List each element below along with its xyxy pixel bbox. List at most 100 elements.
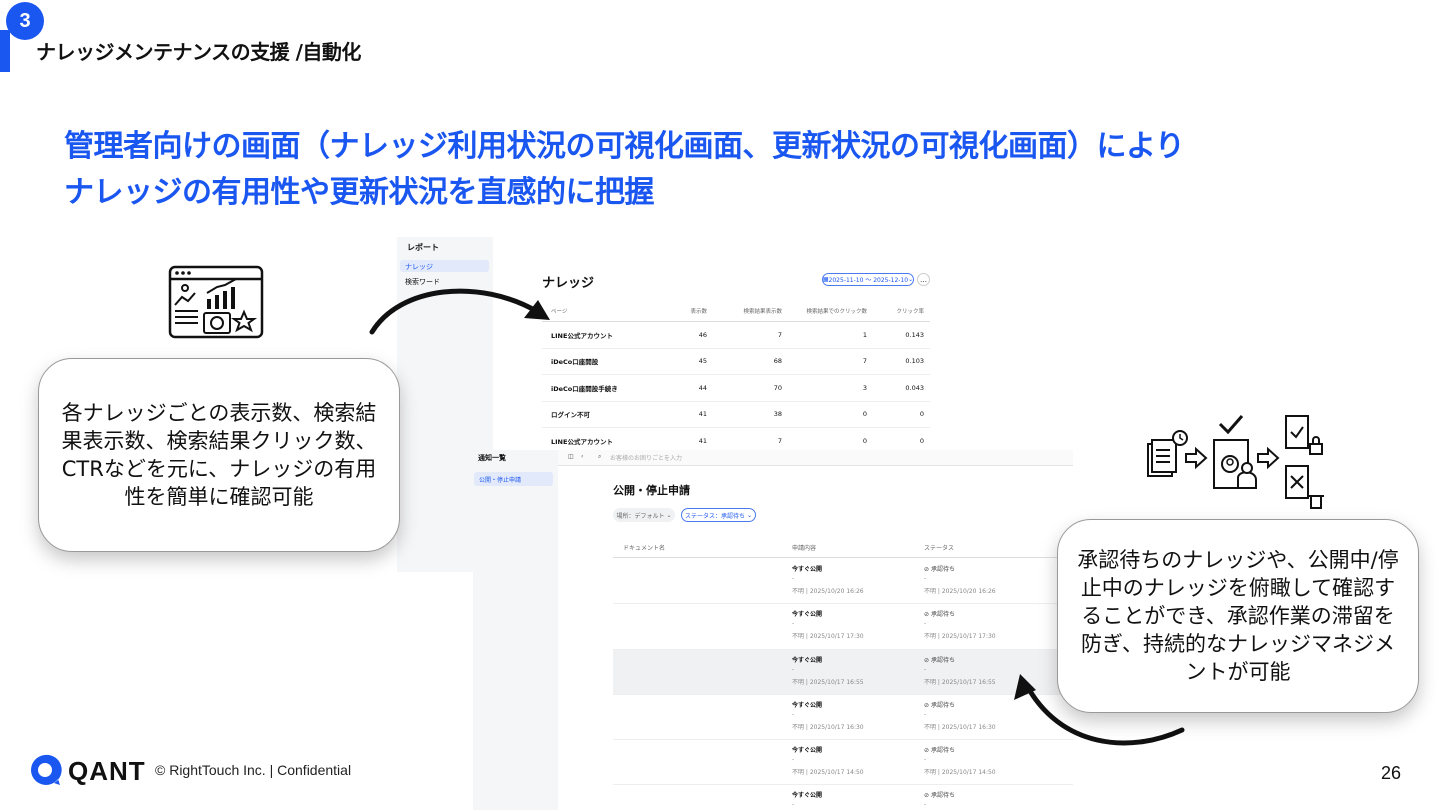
knowledge-stats-table: ページ 表示数 検索結果表示数 検索結果でのクリック数 クリック率 LINE公式…	[542, 300, 930, 455]
cell-request-time: 不明 | 2025/10/17 14:50	[792, 769, 864, 777]
cell-dash: -	[792, 710, 795, 718]
column-header-status: ステータス	[924, 545, 955, 552]
column-header-ctr[interactable]: クリック率	[867, 307, 924, 315]
cell-page: iDeCo口座開設	[551, 358, 599, 367]
back-chevron-icon[interactable]: ‹	[581, 453, 583, 460]
table-row[interactable]: iDeCo口座開設手続き 44 70 3 0.043	[542, 375, 930, 402]
column-header-request: 申請内容	[792, 545, 817, 552]
cell-ctr: 0	[919, 436, 924, 445]
cell-request-time: 不明 | 2025/10/17 17:30	[792, 633, 864, 641]
cell-dash: -	[924, 710, 927, 718]
cell-ctr: 0	[919, 410, 924, 419]
cell-search-views: 7	[777, 436, 782, 445]
sidebar-item-publish-requests[interactable]: 公開・停止申請	[474, 472, 553, 486]
cell-clicks: 3	[862, 383, 867, 392]
status-label: 承認待ち	[930, 611, 955, 619]
table-row[interactable]: LINE公式アカウント 46 7 1 0.143	[542, 322, 930, 349]
status-label: 承認待ち	[930, 656, 955, 664]
column-header-document: ドキュメント名	[623, 545, 666, 552]
headline-line-1: 管理者向けの画面（ナレッジ利用状況の可視化画面、更新状況の可視化画面）により	[64, 129, 1185, 164]
status-label: 承認待ち	[930, 792, 955, 800]
cell-search-views: 68	[773, 357, 782, 366]
column-header-views[interactable]: 表示数	[657, 307, 707, 315]
cell-request-time: 不明 | 2025/10/20 16:26	[792, 588, 864, 595]
cell-views: 41	[698, 436, 707, 445]
usage-stats-callout: 各ナレッジごとの表示数、検索結果表示数、検索結果クリック数、CTRなどを元に、ナ…	[38, 358, 400, 552]
sidebar-toggle-icon[interactable]: ◫	[568, 453, 574, 460]
table-row[interactable]: 今すぐ公開 - ⊘ 承認待ち -	[613, 785, 1073, 810]
notify-title: 公開・停止申請	[613, 484, 690, 497]
cell-search-views: 7	[777, 330, 782, 339]
cell-request: 今すぐ公開	[792, 701, 823, 709]
sidebar-item-knowledge[interactable]: ナレッジ	[400, 260, 489, 272]
dashboard-analytics-icon	[160, 255, 276, 345]
table-row[interactable]: 今すぐ公開 - 不明 | 2025/10/17 16:55 ⊘ 承認待ち - 不…	[613, 649, 1073, 695]
status-filter[interactable]: ステータス：承認待ち ⌄	[681, 508, 756, 522]
column-header-clicks[interactable]: 検索結果でのクリック数	[782, 307, 867, 315]
date-range-picker[interactable]: ▦ 2025-11-10 〜 2025-12-10 ⌄	[822, 273, 914, 286]
cell-request: 今すぐ公開	[792, 566, 823, 573]
cell-dash: -	[924, 665, 927, 673]
notify-sidebar-heading: 通知一覧	[478, 454, 506, 462]
cell-clicks: 0	[862, 436, 867, 445]
cell-dash: -	[924, 801, 927, 809]
approval-workflow-icon	[1142, 410, 1337, 514]
cell-ctr: 0.103	[905, 357, 924, 366]
cell-request: 今すぐ公開	[792, 747, 823, 755]
cell-dash: -	[924, 756, 927, 764]
cell-request: 今すぐ公開	[792, 611, 823, 619]
cell-status-time: 不明 | 2025/10/17 16:55	[924, 678, 996, 686]
cell-dash: -	[924, 620, 927, 628]
cell-dash: -	[792, 756, 795, 764]
cell-dash: -	[924, 575, 927, 582]
copyright-notice: © RightTouch Inc. | Confidential	[155, 762, 352, 778]
status-label: 承認待ち	[930, 701, 955, 709]
table-header-row: ページ 表示数 検索結果表示数 検索結果でのクリック数 クリック率	[542, 300, 930, 322]
search-icon: ⌕	[598, 453, 602, 460]
cell-views: 46	[698, 330, 707, 339]
cell-clicks: 0	[862, 410, 867, 419]
qant-logo-icon	[31, 754, 62, 785]
cell-page: ログイン不可	[551, 411, 590, 420]
more-options-button[interactable]: …	[917, 273, 930, 286]
status-badge: ⊘ 承認待ち	[924, 701, 955, 709]
cell-dash: -	[792, 575, 795, 582]
table-row[interactable]: ログイン不可 41 38 0 0	[542, 402, 930, 428]
slide-headline: 管理者向けの画面（ナレッジ利用状況の可視化画面、更新状況の可視化画面）により ナ…	[64, 124, 1364, 216]
cell-page: LINE公式アカウント	[551, 437, 613, 446]
status-filter-label: ステータス：承認待ち	[685, 512, 746, 520]
table-row[interactable]: 今すぐ公開 - 不明 | 2025/10/20 16:26 ⊘ 承認待ち - 不…	[613, 559, 1073, 605]
cell-status-time: 不明 | 2025/10/17 16:30	[924, 723, 996, 731]
column-header-search-views[interactable]: 検索結果表示数	[707, 307, 782, 315]
logo-text: QANT	[68, 756, 146, 786]
cell-clicks: 7	[862, 357, 867, 366]
cell-ctr: 0.143	[905, 330, 924, 339]
cell-request: 今すぐ公開	[792, 656, 823, 664]
cell-request-time: 不明 | 2025/10/17 16:55	[792, 678, 864, 686]
status-badge: ⊘ 承認待ち	[924, 792, 955, 800]
date-range-label: 2025-11-10 〜 2025-12-10	[828, 277, 909, 284]
table-row[interactable]: 今すぐ公開 - 不明 | 2025/10/17 17:30 ⊘ 承認待ち - 不…	[613, 604, 1073, 650]
cell-search-views: 70	[773, 383, 782, 392]
cell-dash: -	[792, 665, 795, 673]
cell-ctr: 0.043	[905, 383, 924, 392]
approval-status-callout: 承認待ちのナレッジや、公開中/停止中のナレッジを俯瞰して確認することができ、承認…	[1057, 519, 1419, 713]
status-badge: ⊘ 承認待ち	[924, 566, 955, 573]
notify-top-bar: ◫ ‹ ⌕ お客様のお困りごとを入力	[558, 450, 1073, 466]
cell-status-time: 不明 | 2025/10/17 14:50	[924, 769, 996, 777]
notify-table-body: 今すぐ公開 - 不明 | 2025/10/20 16:26 ⊘ 承認待ち - 不…	[613, 559, 1073, 810]
table-row[interactable]: 今すぐ公開 - 不明 | 2025/10/17 14:50 ⊘ 承認待ち - 不…	[613, 740, 1073, 786]
approval-notifications-screenshot: 通知一覧 公開・停止申請 ◫ ‹ ⌕ お客様のお困りごとを入力 公開・停止申請 …	[473, 450, 1073, 810]
cell-clicks: 1	[862, 330, 867, 339]
cell-views: 41	[698, 410, 707, 419]
section-accent-bar	[0, 30, 10, 72]
cell-request-time: 不明 | 2025/10/17 16:30	[792, 723, 864, 731]
table-row[interactable]: iDeCo口座開設 45 68 7 0.103	[542, 349, 930, 375]
search-input[interactable]: お客様のお困りごとを入力	[610, 453, 682, 462]
cell-search-views: 38	[773, 410, 782, 419]
table-row[interactable]: 今すぐ公開 - 不明 | 2025/10/17 16:30 ⊘ 承認待ち - 不…	[613, 695, 1073, 741]
cell-dash: -	[792, 801, 795, 809]
location-filter[interactable]: 場所：デフォルト ⌄	[613, 508, 675, 522]
arrow-curved-icon	[369, 288, 550, 335]
status-badge: ⊘ 承認待ち	[924, 747, 955, 755]
